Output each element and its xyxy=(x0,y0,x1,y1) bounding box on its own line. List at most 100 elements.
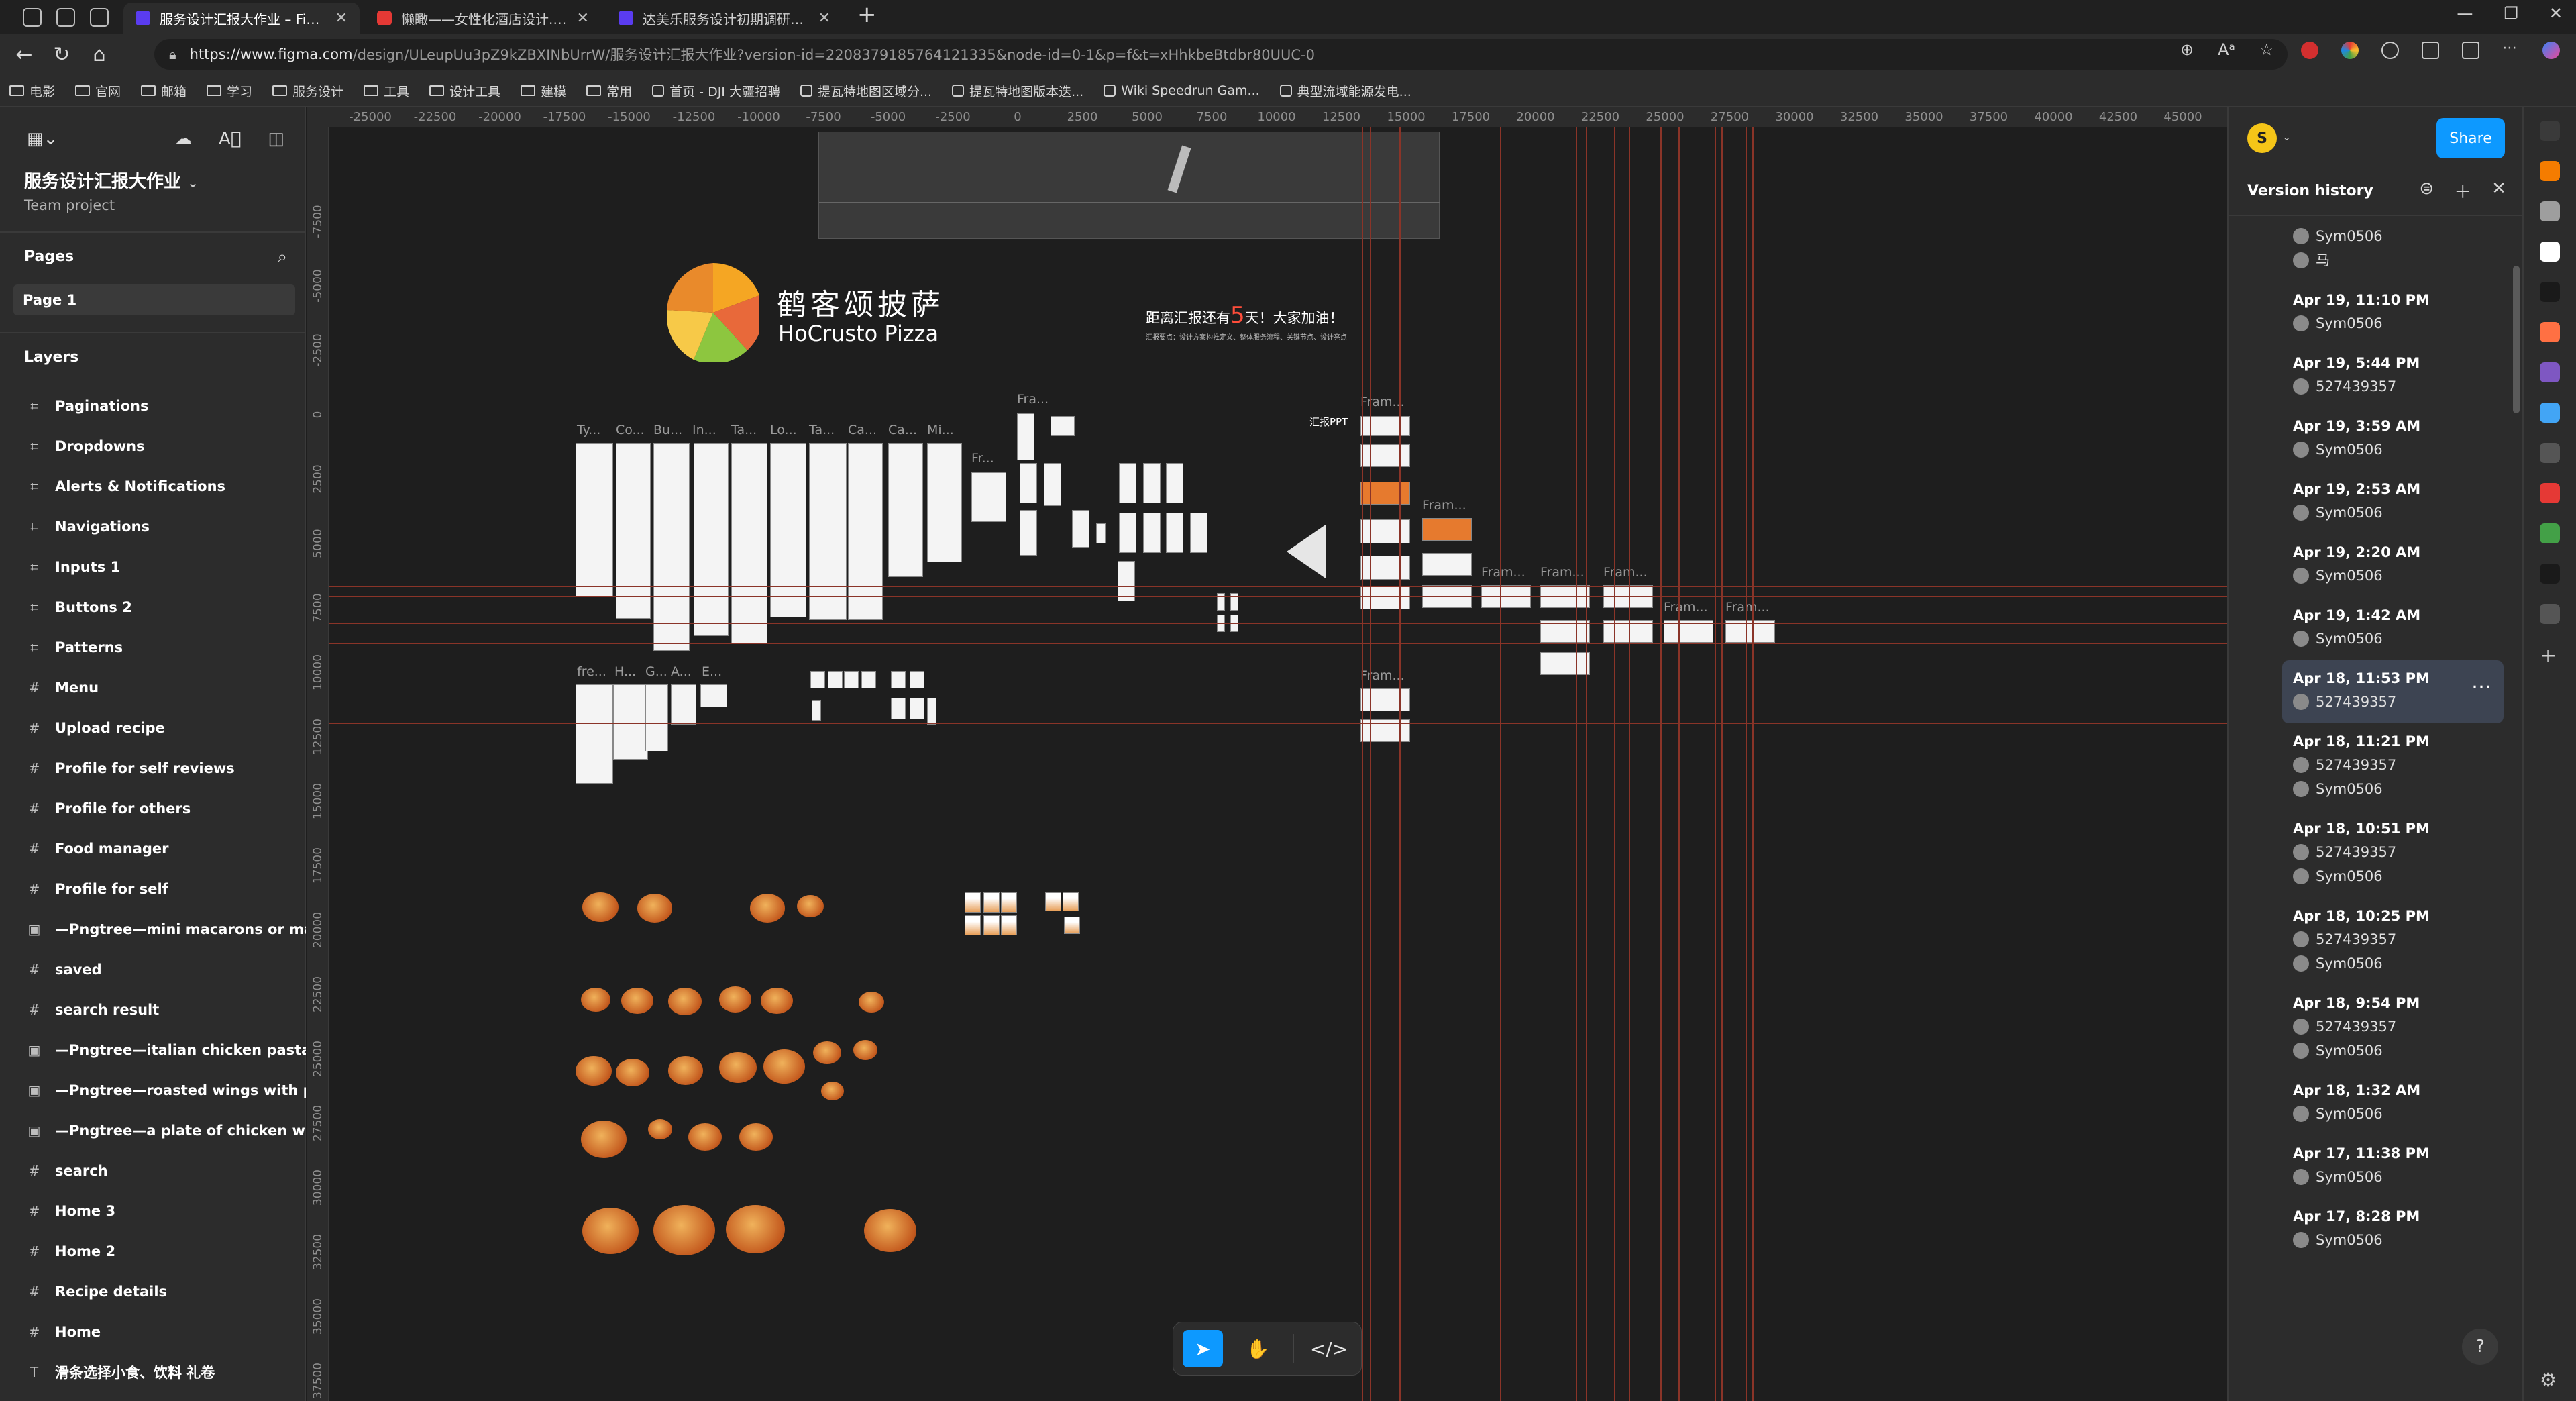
bookmark-item[interactable]: 建模 xyxy=(521,82,566,100)
food-image[interactable] xyxy=(653,1205,715,1256)
design-frame-thumbnail[interactable] xyxy=(1360,556,1410,580)
design-frame-thumbnail[interactable] xyxy=(1044,463,1061,506)
bookmark-item[interactable]: Wiki Speedrun Gam... xyxy=(1104,83,1260,98)
editor-screenshot-frame[interactable] xyxy=(818,132,1440,239)
pin-icon[interactable] xyxy=(2540,604,2560,624)
design-frame-thumbnail[interactable] xyxy=(1017,413,1034,460)
frame-label[interactable]: fre... xyxy=(577,664,606,679)
design-frame-thumbnail[interactable] xyxy=(1422,518,1472,541)
design-frame-thumbnail[interactable] xyxy=(910,671,924,688)
filter-icon[interactable]: ⊜ xyxy=(2419,178,2434,203)
toggle-sidebar-icon[interactable]: ◫ xyxy=(268,129,284,149)
favorites-icon[interactable] xyxy=(2422,42,2439,59)
layer-item[interactable]: # Recipe details xyxy=(0,1272,306,1312)
design-frame-thumbnail[interactable] xyxy=(694,443,729,636)
frame-label[interactable]: Ty... xyxy=(577,423,600,437)
layer-item[interactable]: ⌗ Dropdowns xyxy=(0,426,306,466)
frame-label[interactable]: E... xyxy=(702,664,722,679)
food-image[interactable] xyxy=(648,1119,672,1139)
drink-image[interactable] xyxy=(1001,915,1017,935)
layer-item[interactable]: ⌗ Navigations xyxy=(0,507,306,547)
version-entry[interactable]: Apr 19, 5:44 PM 527439357 xyxy=(2282,345,2504,408)
browser-tab-3[interactable]: 达美乐服务设计初期调研报告 – Fi… ✕ xyxy=(606,3,843,34)
home-icon[interactable]: ⌂ xyxy=(86,43,113,66)
design-frame-thumbnail[interactable] xyxy=(731,443,767,644)
triangle-shape[interactable] xyxy=(1287,525,1326,578)
frame-label[interactable]: Bu... xyxy=(653,423,682,437)
layer-item[interactable]: # Home 3 xyxy=(0,1191,306,1231)
extensions-puzzle-icon[interactable] xyxy=(2381,42,2399,59)
zoom-icon[interactable]: ⊕ xyxy=(2180,40,2194,59)
design-frame-thumbnail[interactable] xyxy=(1360,519,1410,543)
frame-label[interactable]: Lo... xyxy=(770,423,797,437)
layer-item[interactable]: # saved xyxy=(0,949,306,990)
design-frame-thumbnail[interactable] xyxy=(1143,513,1161,553)
layer-item[interactable]: T 滑条选择小食、饮料 礼卷 xyxy=(0,1352,306,1392)
design-frame-thumbnail[interactable] xyxy=(653,443,690,651)
frame-label[interactable]: Ta... xyxy=(809,423,835,437)
design-frame-thumbnail[interactable] xyxy=(1143,463,1161,503)
vertical-tabs-icon[interactable] xyxy=(90,8,109,27)
move-tool[interactable]: ➤ xyxy=(1183,1330,1223,1367)
bookmark-item[interactable]: 官网 xyxy=(75,82,121,100)
layer-item[interactable]: ⌗ Paginations xyxy=(0,386,306,426)
food-image[interactable] xyxy=(581,988,610,1013)
design-frame-thumbnail[interactable] xyxy=(1422,553,1472,576)
layer-item[interactable]: # search xyxy=(0,1151,306,1191)
bookmark-item[interactable]: 学习 xyxy=(207,82,252,100)
layer-item[interactable]: # Home xyxy=(0,1312,306,1352)
scrollbar[interactable] xyxy=(2513,266,2520,413)
layer-item[interactable]: # Home 2 xyxy=(0,1231,306,1272)
design-frame-thumbnail[interactable] xyxy=(861,671,876,688)
frame-label[interactable]: Ta... xyxy=(731,423,757,437)
news-icon[interactable] xyxy=(2540,483,2560,503)
layer-item[interactable]: # Food manager xyxy=(0,829,306,869)
extension-adblock-icon[interactable] xyxy=(2301,42,2318,59)
design-frame-thumbnail[interactable] xyxy=(700,684,727,707)
food-image[interactable] xyxy=(616,1059,649,1086)
back-icon[interactable]: ← xyxy=(11,43,38,66)
design-frame-thumbnail[interactable] xyxy=(809,443,847,620)
design-frame-thumbnail[interactable] xyxy=(1360,688,1410,711)
frame-label[interactable]: G... xyxy=(645,664,667,679)
layer-item[interactable]: # Profile for others xyxy=(0,788,306,829)
layer-item[interactable]: ⌗ Inputs 1 xyxy=(0,547,306,587)
food-image[interactable] xyxy=(637,894,672,923)
layer-item[interactable]: ▣ —Pngtree—roasted wings with potatoes xyxy=(0,1070,306,1110)
frame-label[interactable]: Ca... xyxy=(888,423,917,437)
version-entry[interactable]: Apr 19, 1:42 AM Sym0506 xyxy=(2282,597,2504,660)
design-frame-thumbnail[interactable] xyxy=(1020,510,1037,556)
design-frame-thumbnail[interactable] xyxy=(1119,463,1136,503)
food-image[interactable] xyxy=(739,1123,773,1151)
browser-tab-1[interactable]: 服务设计汇报大作业 – Figma ✕ xyxy=(123,3,360,34)
version-entry[interactable]: Apr 17, 8:28 PM Sym0506 xyxy=(2282,1198,2504,1261)
more-options-icon[interactable]: ⋯ xyxy=(2471,675,2491,698)
food-image[interactable] xyxy=(864,1209,916,1252)
page-item-1[interactable]: Page 1 xyxy=(13,284,295,315)
collections-icon[interactable] xyxy=(2462,42,2479,59)
frame-label[interactable]: Fr... xyxy=(971,451,994,466)
tab-close-icon[interactable]: ✕ xyxy=(577,10,589,27)
design-frame-thumbnail[interactable] xyxy=(1540,652,1590,675)
version-entry[interactable]: Sym0506 马 xyxy=(2282,217,2504,282)
frame-label[interactable]: Fram... xyxy=(1540,565,1585,580)
food-image[interactable] xyxy=(859,992,884,1013)
minimize-button[interactable]: — xyxy=(2457,4,2473,23)
refresh-icon[interactable]: ↻ xyxy=(48,43,75,66)
drink-image[interactable] xyxy=(983,915,1000,935)
food-image[interactable] xyxy=(853,1040,877,1060)
design-frame-thumbnail[interactable] xyxy=(576,443,613,597)
drink-image[interactable] xyxy=(983,892,1000,913)
version-entry[interactable]: Apr 18, 1:32 AM Sym0506 xyxy=(2282,1072,2504,1135)
design-frame-thumbnail[interactable] xyxy=(910,698,924,719)
design-frame-thumbnail[interactable] xyxy=(971,472,1006,522)
drink-image[interactable] xyxy=(1064,917,1080,934)
version-entry[interactable]: Apr 18, 11:21 PM 527439357 Sym0506 xyxy=(2282,723,2504,811)
figma-main-menu-icon[interactable]: ▦⌄ xyxy=(27,129,58,149)
frame-label[interactable]: Fram... xyxy=(1481,565,1525,580)
cloud-save-icon[interactable]: ☁ xyxy=(174,129,192,149)
sub-app-icon[interactable] xyxy=(2540,564,2560,584)
design-frame-thumbnail[interactable] xyxy=(1360,586,1410,609)
frame-label[interactable]: A... xyxy=(671,664,692,679)
design-frame-thumbnail[interactable] xyxy=(848,443,883,620)
